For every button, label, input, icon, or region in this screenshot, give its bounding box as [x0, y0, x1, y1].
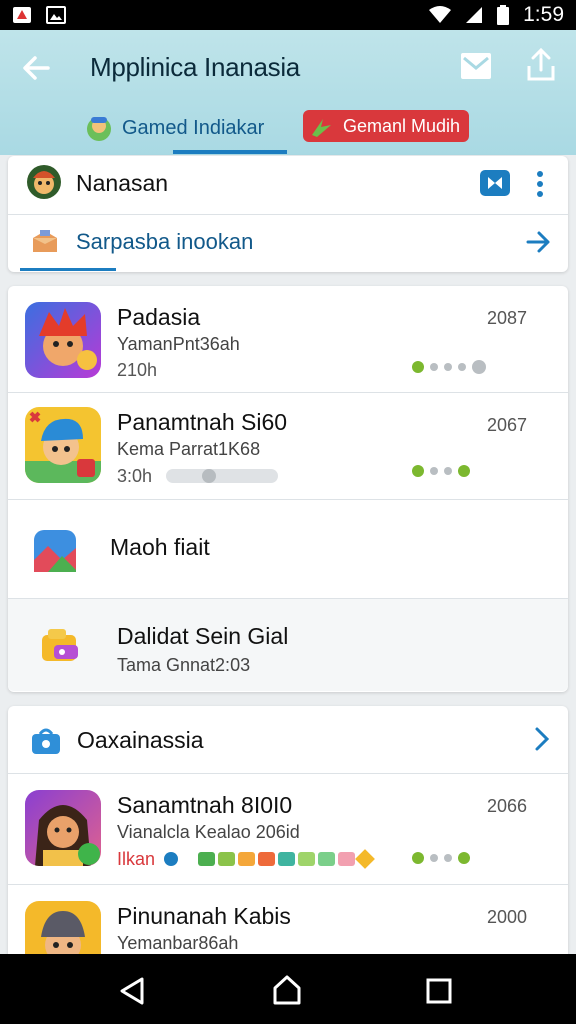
list-item[interactable]: Pinunanah Kabis Yemanbar86ah 2000 [8, 885, 568, 965]
item-value: 2087 [487, 308, 528, 328]
back-arrow-icon[interactable] [20, 52, 52, 84]
basket-icon [32, 728, 60, 754]
progress-dots [412, 360, 486, 374]
item-value: 2067 [487, 415, 528, 435]
game-character-icon [35, 805, 100, 866]
nav-recents-icon[interactable] [426, 978, 452, 1004]
section-header-row[interactable]: Oaxainassia [8, 706, 568, 772]
section-header-label: Nanasan [76, 170, 169, 196]
item-value: 2066 [487, 796, 528, 816]
app-icon [25, 790, 101, 866]
progress-bar [166, 469, 278, 483]
tab-gemanl-mudih[interactable]: Gemanl Mudih [303, 110, 469, 142]
game-character-icon [39, 308, 97, 370]
item-title: Sanamtnah 8I0I0 [117, 792, 293, 818]
app-icon [25, 302, 101, 378]
item-subtitle: Vianalcla Kealao 206id [117, 822, 300, 842]
chevron-right-icon [535, 727, 550, 751]
link-indicator [20, 268, 116, 271]
list-card-1: Padasia YamanPnt36ah 210h 2087 Panamtnah… [8, 286, 568, 692]
game-character-icon [25, 411, 101, 483]
battery-icon [497, 5, 510, 25]
photo-app-icon [34, 530, 76, 572]
status-bar: 1:59 [0, 0, 576, 30]
item-title: Panamtnah Si60 [117, 409, 288, 435]
tab-label: Gamed Indiakar [122, 116, 265, 139]
wifi-icon [429, 6, 452, 23]
notification-app-icon [13, 7, 31, 23]
package-icon [33, 230, 57, 252]
item-meta: Ilkan [117, 849, 156, 869]
mail-icon[interactable] [460, 52, 492, 80]
arrow-right-icon [526, 231, 550, 253]
list-item[interactable]: Panamtnah Si60 Kema Parrat1K68 3:0h 2067 [8, 393, 568, 499]
section-link-row[interactable]: Sarpasba inookan [8, 215, 568, 271]
nav-back-icon[interactable] [118, 976, 146, 1006]
share-icon[interactable] [526, 48, 556, 82]
item-title: Padasia [117, 304, 201, 330]
filter-button[interactable] [480, 170, 510, 196]
bowtie-icon [488, 177, 502, 189]
item-title: Maoh fiait [110, 534, 210, 560]
green-arrow-icon [312, 119, 331, 137]
item-value: 2000 [487, 907, 528, 927]
color-swatches [164, 849, 375, 869]
tab-label: Gemanl Mudih [343, 115, 461, 136]
section-card-nanasan: Nanasan Sarpasba inookan [8, 156, 568, 272]
item-meta: 3:0h [117, 466, 153, 486]
tab-gamed-indiakar[interactable]: Gamed Indiakar [84, 108, 264, 148]
progress-dots [412, 465, 470, 477]
progress-dots [412, 852, 470, 864]
item-title: Dalidat Sein Gial [117, 623, 289, 649]
avatar [27, 165, 61, 199]
game-character-icon [87, 117, 111, 141]
app-icon [25, 407, 101, 483]
section-card-oaxainassia: Oaxainassia Sanamtnah 8I0I0 Vianalcla Ke… [8, 706, 568, 966]
purse-icon [42, 629, 78, 661]
tab-bar: Gamed Indiakar Gemanl Mudih [0, 106, 576, 155]
item-subtitle: Tama Gnnat2:03 [117, 655, 251, 675]
item-subtitle: Kema Parrat1K68 [117, 439, 261, 459]
list-item[interactable]: Sanamtnah 8I0I0 Vianalcla Kealao 206id I… [8, 774, 568, 884]
app-header: Mpplinica Inanasia Gamed Indiakar Gemanl… [0, 30, 576, 155]
item-meta: 210h [117, 360, 158, 380]
status-time: 1:59 [523, 3, 564, 26]
image-notification-icon [46, 6, 66, 24]
item-subtitle: Yemanbar86ah [117, 933, 239, 953]
item-subtitle: YamanPnt36ah [117, 334, 240, 354]
section-link-label: Sarpasba inookan [76, 229, 254, 254]
list-item[interactable]: Padasia YamanPnt36ah 210h 2087 [8, 286, 568, 392]
nav-home-icon[interactable] [272, 974, 302, 1006]
list-item[interactable]: Maoh fiait [8, 500, 568, 598]
progress-thumb [202, 469, 216, 483]
more-icon[interactable] [530, 170, 550, 198]
section-header-label: Oaxainassia [77, 727, 204, 753]
signal-icon [466, 7, 483, 23]
active-tab-indicator [173, 150, 287, 154]
page-title: Mpplinica Inanasia [90, 52, 300, 82]
system-nav-bar [0, 954, 576, 1024]
item-title: Pinunanah Kabis [117, 903, 291, 929]
list-item[interactable]: Dalidat Sein Gial Tama Gnnat2:03 [8, 599, 568, 691]
